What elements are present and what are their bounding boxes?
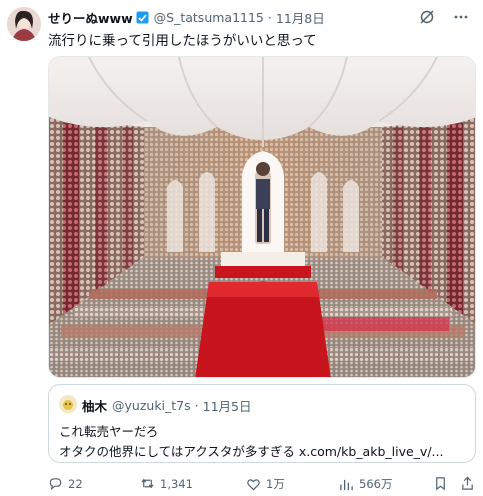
repost-icon <box>141 478 154 489</box>
bookmark-button[interactable] <box>433 476 448 491</box>
quote-author-handle: @yuzuki_t7s <box>112 398 191 413</box>
share-button[interactable] <box>460 476 475 491</box>
tweet[interactable]: せりーぬwww @S_tatsuma1115 · 11月8日 流行りに乗って引用… <box>0 0 483 496</box>
quote-header: 柚木 @yuzuki_t7s · 11月5日 <box>82 396 252 415</box>
repost-button[interactable]: 1,341 <box>140 476 193 491</box>
quote-text-line1: これ転売ヤーだろ <box>59 424 159 439</box>
author-handle[interactable]: @S_tatsuma1115 <box>154 10 264 25</box>
quoted-tweet[interactable]: 柚木 @yuzuki_t7s · 11月5日 これ転売ヤーだろ オタクの他界にし… <box>48 384 476 463</box>
views-button[interactable]: 566万 <box>339 476 392 492</box>
verified-icon <box>136 11 149 23</box>
author-avatar[interactable] <box>7 7 41 41</box>
more-icon[interactable] <box>453 9 469 25</box>
quote-text-line2: オタクの他界にしてはアクスタが多すぎる x.com/kb_akb_live_v/… <box>59 444 444 459</box>
reply-count: 22 <box>68 476 83 491</box>
author-name[interactable]: せりーぬwww <box>48 8 133 27</box>
tweet-date[interactable]: 11月8日 <box>276 8 325 27</box>
header-actions <box>419 9 469 25</box>
tweet-photo[interactable] <box>48 56 476 378</box>
quote-separator-dot: · <box>194 398 199 413</box>
quote-author-name: 柚木 <box>82 399 108 414</box>
tweet-text: 流行りに乗って引用したほうがいいと思って <box>48 33 317 49</box>
action-bar: 22 1,341 1万 566万 <box>48 476 476 494</box>
repost-count: 1,341 <box>160 476 193 491</box>
grok-icon[interactable] <box>419 9 435 25</box>
tweet-header: せりーぬwww @S_tatsuma1115 · 11月8日 <box>48 8 325 26</box>
like-icon <box>247 478 260 491</box>
share-icon <box>462 476 473 490</box>
quote-date: 11月5日 <box>202 399 252 414</box>
views-icon <box>340 479 353 490</box>
quote-author-avatar[interactable] <box>59 395 77 413</box>
separator-dot: · <box>267 9 272 25</box>
like-count: 1万 <box>266 477 285 491</box>
views-count: 566万 <box>359 477 393 491</box>
bookmark-icon <box>436 477 445 491</box>
reply-button[interactable]: 22 <box>48 476 83 491</box>
reply-icon <box>49 478 62 491</box>
photo-altar-display <box>49 57 475 377</box>
like-button[interactable]: 1万 <box>246 476 285 492</box>
